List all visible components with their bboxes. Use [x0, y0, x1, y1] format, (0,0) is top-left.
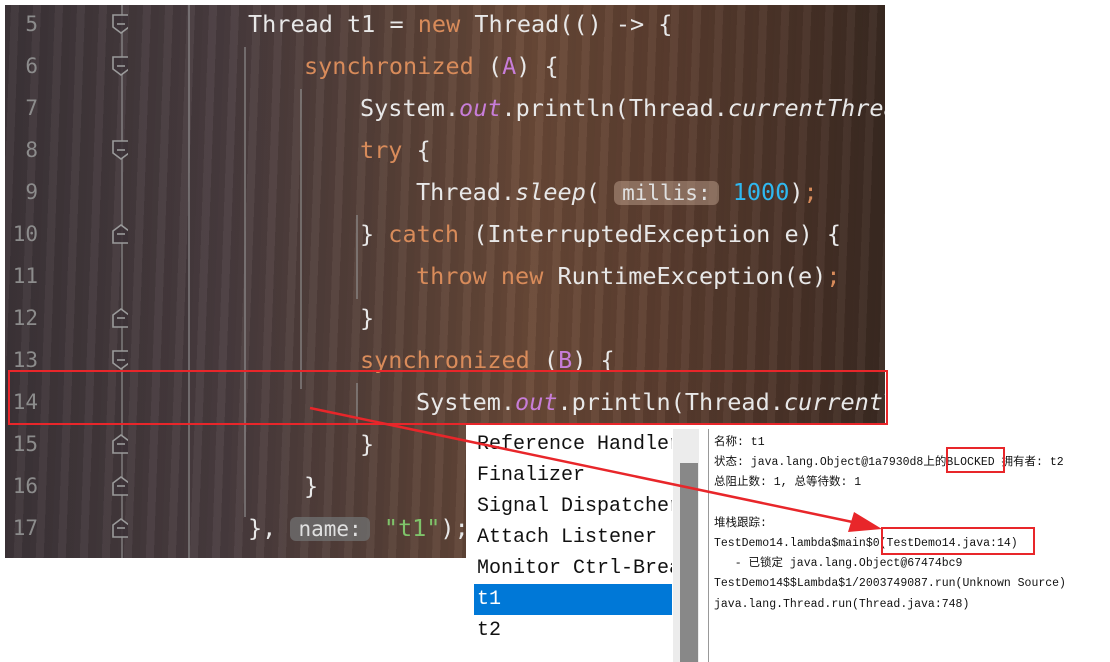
annotation-arrow — [309, 406, 882, 532]
